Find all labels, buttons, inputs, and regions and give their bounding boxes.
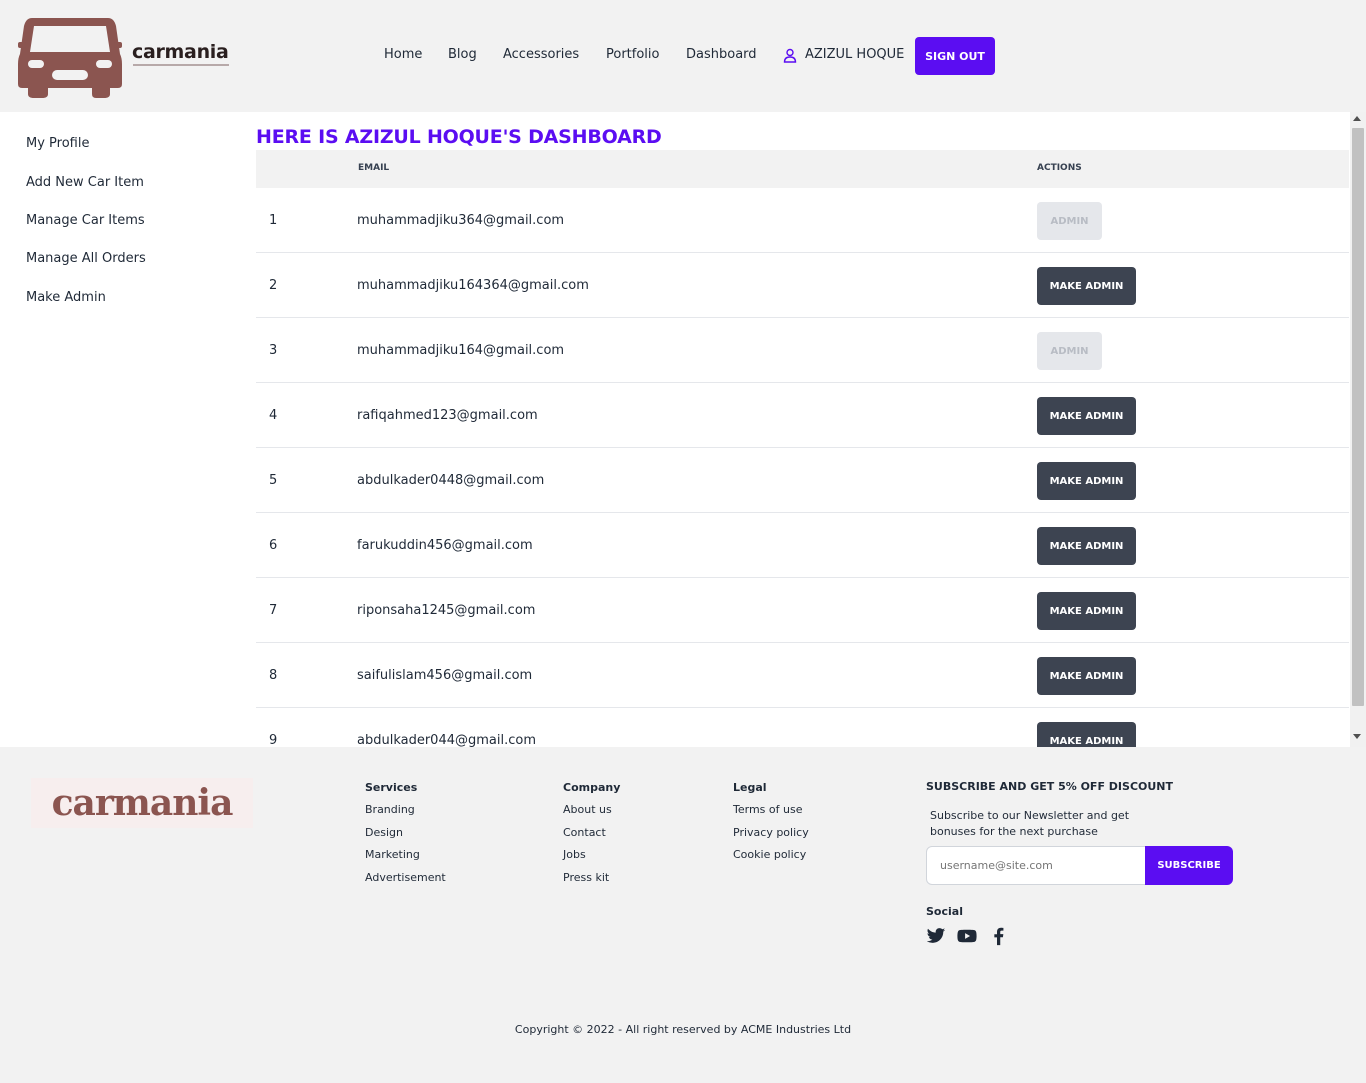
make-admin-button[interactable]: MAKE ADMIN (1037, 462, 1136, 500)
footer-link-branding[interactable]: Branding (365, 803, 415, 816)
footer-link-jobs[interactable]: Jobs (563, 848, 586, 861)
dashboard-sidebar: My Profile Add New Car Item Manage Car I… (0, 112, 240, 747)
sidebar-item-my-profile[interactable]: My Profile (26, 136, 89, 151)
nav-blog[interactable]: Blog (448, 47, 477, 62)
row-number: 2 (269, 278, 278, 293)
brand-logo[interactable]: carmania (18, 14, 230, 98)
scroll-up-arrow-icon[interactable] (1353, 116, 1361, 121)
scroll-thumb[interactable] (1352, 128, 1364, 706)
row-email: farukuddin456@gmail.com (357, 538, 533, 553)
site-footer: carmania Services Branding Design Market… (0, 747, 1366, 1083)
row-email: riponsaha1245@gmail.com (357, 603, 536, 618)
sidebar-item-make-admin[interactable]: Make Admin (26, 290, 106, 305)
footer-legal-title: Legal (733, 781, 767, 794)
table-row: 2 muhammadjiku164364@gmail.com MAKE ADMIN (256, 253, 1349, 318)
nav-home[interactable]: Home (384, 47, 422, 62)
row-number: 7 (269, 603, 278, 618)
copyright-text: Copyright © 2022 - All right reserved by… (514, 1023, 852, 1036)
column-header-email: EMAIL (358, 163, 390, 173)
make-admin-button[interactable]: MAKE ADMIN (1037, 722, 1136, 747)
row-number: 1 (269, 213, 278, 228)
table-row: 5 abdulkader0448@gmail.com MAKE ADMIN (256, 448, 1349, 513)
user-icon (783, 48, 797, 63)
make-admin-button[interactable]: MAKE ADMIN (1037, 527, 1136, 565)
youtube-icon[interactable] (957, 926, 977, 946)
footer-link-about-us[interactable]: About us (563, 803, 612, 816)
footer-company-title: Company (563, 781, 621, 794)
sidebar-item-manage-car-items[interactable]: Manage Car Items (26, 213, 145, 228)
table-row: 3 muhammadjiku164@gmail.com ADMIN (256, 318, 1349, 383)
table-row: 1 muhammadjiku364@gmail.com ADMIN (256, 188, 1349, 253)
footer-link-marketing[interactable]: Marketing (365, 848, 420, 861)
nav-user-name[interactable]: AZIZUL HOQUE (805, 47, 904, 62)
footer-link-design[interactable]: Design (365, 826, 403, 839)
row-number: 8 (269, 668, 278, 683)
table-row: 9 abdulkader044@gmail.com MAKE ADMIN (256, 708, 1349, 747)
row-number: 3 (269, 343, 278, 358)
footer-link-press-kit[interactable]: Press kit (563, 871, 609, 884)
column-header-actions: ACTIONS (1037, 163, 1082, 173)
subscribe-button[interactable]: SUBSCRIBE (1145, 846, 1233, 885)
dashboard-main: My Profile Add New Car Item Manage Car I… (0, 112, 1366, 747)
footer-link-terms[interactable]: Terms of use (733, 803, 802, 816)
nav-dashboard[interactable]: Dashboard (686, 47, 757, 62)
newsletter-email-input[interactable] (926, 846, 1146, 885)
scroll-down-arrow-icon[interactable] (1353, 734, 1361, 739)
footer-link-cookie[interactable]: Cookie policy (733, 848, 806, 861)
make-admin-button[interactable]: MAKE ADMIN (1037, 267, 1136, 305)
page-title: HERE IS AZIZUL HOQUE'S DASHBOARD (256, 126, 662, 148)
row-number: 4 (269, 408, 278, 423)
row-number: 5 (269, 473, 278, 488)
make-admin-button[interactable]: MAKE ADMIN (1037, 397, 1136, 435)
row-email: muhammadjiku164@gmail.com (357, 343, 565, 358)
table-row: 7 riponsaha1245@gmail.com MAKE ADMIN (256, 578, 1349, 643)
brand-tagline-line (133, 64, 229, 66)
footer-logo-text: carmania (51, 782, 234, 824)
sidebar-item-manage-all-orders[interactable]: Manage All Orders (26, 251, 146, 266)
row-number: 6 (269, 538, 278, 553)
footer-services-title: Services (365, 781, 418, 794)
table-row: 6 farukuddin456@gmail.com MAKE ADMIN (256, 513, 1349, 578)
row-email: abdulkader044@gmail.com (357, 733, 536, 747)
nav-portfolio[interactable]: Portfolio (606, 47, 659, 62)
subscribe-description: Subscribe to our Newsletter and get bonu… (930, 809, 1130, 838)
make-admin-button[interactable]: MAKE ADMIN (1037, 657, 1136, 695)
table-header: EMAIL ACTIONS (256, 150, 1349, 188)
subscribe-title: SUBSCRIBE AND GET 5% OFF DISCOUNT (926, 780, 1174, 793)
vertical-scrollbar[interactable] (1350, 112, 1366, 747)
table-row: 8 saifulislam456@gmail.com MAKE ADMIN (256, 643, 1349, 708)
make-admin-button[interactable]: MAKE ADMIN (1037, 592, 1136, 630)
admin-status-button: ADMIN (1037, 332, 1102, 370)
site-header: carmania Home Blog Accessories Portfolio… (0, 0, 1366, 112)
row-email: saifulislam456@gmail.com (357, 668, 533, 683)
row-email: muhammadjiku364@gmail.com (357, 213, 565, 228)
footer-logo[interactable]: carmania (31, 778, 253, 828)
row-email: abdulkader0448@gmail.com (357, 473, 545, 488)
admin-status-button: ADMIN (1037, 202, 1102, 240)
row-number: 9 (269, 733, 278, 747)
car-logo-icon (18, 18, 122, 98)
sidebar-item-add-new-car-item[interactable]: Add New Car Item (26, 175, 144, 190)
footer-link-privacy[interactable]: Privacy policy (733, 826, 809, 839)
table-row: 4 rafiqahmed123@gmail.com MAKE ADMIN (256, 383, 1349, 448)
footer-link-contact[interactable]: Contact (563, 826, 606, 839)
twitter-icon[interactable] (926, 926, 946, 946)
nav-accessories[interactable]: Accessories (503, 47, 579, 62)
sign-out-button[interactable]: SIGN OUT (915, 37, 995, 75)
footer-link-advertisement[interactable]: Advertisement (365, 871, 446, 884)
row-email: muhammadjiku164364@gmail.com (357, 278, 589, 293)
brand-name: carmania (132, 41, 229, 63)
social-title: Social (926, 905, 963, 918)
facebook-icon[interactable] (989, 926, 1009, 946)
row-email: rafiqahmed123@gmail.com (357, 408, 538, 423)
